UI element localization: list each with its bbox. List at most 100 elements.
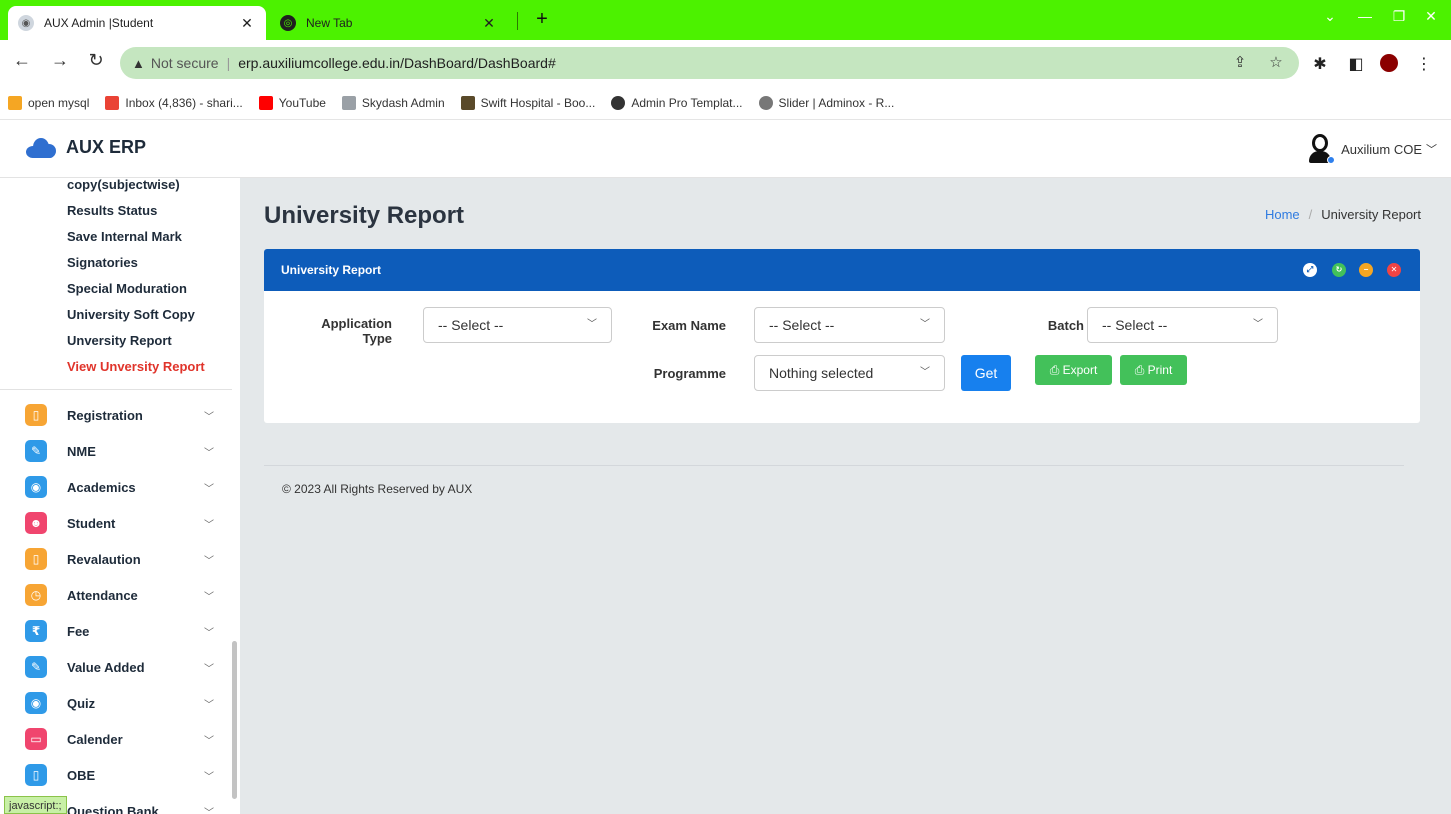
close-tab-icon[interactable]: ✕ [480,15,498,32]
submenu-item[interactable]: Save Internal Mark [67,224,237,250]
main-content: University Report Home / University Repo… [240,178,1451,814]
sidebar-menu-item[interactable]: ◷ Attendance ﹀ [0,577,232,613]
site-favicon-icon: ◉ [18,15,34,31]
sidebar-menu-item[interactable]: ▯ Revalaution ﹀ [0,541,232,577]
menu-item-icon: ▭ [25,728,47,750]
bookmark-item[interactable]: Inbox (4,836) - shari... [105,95,243,110]
tab-search-icon[interactable]: ⌄ [1320,8,1340,25]
bookmark-item[interactable]: Admin Pro Templat... [611,95,743,110]
cloud-icon [26,137,56,158]
close-tab-icon[interactable]: ✕ [238,15,256,32]
sidebar-scrollbar[interactable] [232,641,237,799]
chevron-down-icon[interactable]: ﹀ [204,588,214,603]
chevron-down-icon[interactable]: ﹀ [204,804,214,814]
bookmark-item[interactable]: open mysql [8,95,89,110]
new-tab-button[interactable]: + [530,8,554,31]
submenu-item[interactable]: Signatories [67,250,237,276]
bookmark-favicon-icon [758,95,773,110]
submenu-item[interactable]: copy(subjectwise) [67,178,237,198]
exam-name-select[interactable]: -- Select -- ﹀ [754,307,945,343]
browser-tab-newtab[interactable]: ◎ New Tab ✕ [270,6,508,40]
submenu-item[interactable]: Special Moduration [67,276,237,302]
sidebar-menu-item[interactable]: ✎ Value Added ﹀ [0,649,232,685]
submenu-item[interactable]: Results Status [67,198,237,224]
bookmark-star-icon[interactable]: ☆ [1266,53,1286,71]
expand-icon[interactable]: ⤢ [1303,263,1317,277]
profile-avatar-icon[interactable] [1378,54,1400,77]
print-button[interactable]: ⎙ Print [1120,355,1187,385]
share-icon[interactable]: ⇪ [1230,53,1250,71]
bookmark-item[interactable]: Slider | Adminox - R... [758,95,894,110]
browser-tab-active[interactable]: ◉ AUX Admin |Student ✕ [8,6,266,40]
sidebar: copy(subjectwise) Results Status Save In… [0,178,240,814]
chevron-down-icon: ﹀ [1253,319,1263,330]
batch-select[interactable]: -- Select -- ﹀ [1087,307,1278,343]
chevron-down-icon[interactable]: ﹀ [204,732,214,747]
sidebar-menu-item[interactable]: ▯ Registration ﹀ [0,397,232,433]
back-icon[interactable]: ← [10,50,34,71]
browser-tab-bar: ◉ AUX Admin |Student ✕ ◎ New Tab ✕ + ⌄ —… [0,0,1451,40]
sidebar-menu-item[interactable]: ✎ NME ﹀ [0,433,232,469]
chevron-down-icon[interactable]: ﹀ [204,444,214,459]
programme-multiselect[interactable]: Nothing selected ﹀ [754,355,945,391]
export-button[interactable]: ⎙ Export [1035,355,1112,385]
extensions-icon[interactable]: ✱ [1309,54,1331,74]
close-card-icon[interactable]: ✕ [1387,263,1401,277]
submenu-list: copy(subjectwise) Results Status Save In… [67,178,237,380]
restore-icon[interactable]: ❐ [1389,8,1409,25]
side-panel-icon[interactable]: ◧ [1345,54,1367,74]
app-header: AUX ERP Auxilium COE ﹀ [0,120,1451,178]
youtube-icon [258,95,273,110]
submenu-item-active[interactable]: View Unversity Report [67,354,237,380]
sidebar-divider [0,389,232,390]
chevron-down-icon[interactable]: ﹀ [204,516,214,531]
page-title: University Report [264,202,465,229]
sidebar-menu-item[interactable]: ₹ Fee ﹀ [0,613,232,649]
bookmark-item[interactable]: Swift Hospital - Boo... [460,95,595,110]
chevron-down-icon[interactable]: ﹀ [204,768,214,783]
get-button[interactable]: Get [961,355,1011,391]
menu-item-icon: ✎ [25,656,47,678]
chevron-down-icon[interactable]: ﹀ [204,696,214,711]
refresh-icon[interactable]: ↻ [1332,263,1346,277]
report-card: University Report ⤢ ↻ − ✕ Application Ty… [264,249,1420,423]
breadcrumb-home-link[interactable]: Home [1265,207,1300,222]
bookmark-item[interactable]: Skydash Admin [341,95,445,110]
breadcrumb: Home / University Report [1265,207,1421,222]
browser-menu-icon[interactable]: ⋮ [1413,54,1435,74]
bookmark-item[interactable]: YouTube [258,95,326,110]
close-window-icon[interactable]: ✕ [1421,8,1441,25]
application-type-select[interactable]: -- Select -- ﹀ [423,307,612,343]
tab-title: New Tab [306,16,353,30]
menu-item-icon: ◉ [25,476,47,498]
sidebar-menu-item[interactable]: ◉ Academics ﹀ [0,469,232,505]
menu-item-icon: ☻ [25,512,47,534]
chevron-down-icon[interactable]: ﹀ [204,624,214,639]
menu-item-icon: ◷ [25,584,47,606]
bookmark-favicon-icon [8,95,22,110]
card-header: University Report ⤢ ↻ − ✕ [264,249,1420,291]
sidebar-menu-item[interactable]: ▭ Calender ﹀ [0,721,232,757]
user-name: Auxilium COE [1341,141,1422,157]
address-bar[interactable]: ▲ Not secure | erp.auxiliumcollege.edu.i… [120,47,1299,79]
user-avatar-icon [1307,134,1336,164]
card-title: University Report [281,263,382,277]
brand-logo[interactable]: AUX ERP [26,137,146,158]
security-status[interactable]: Not secure [151,55,219,71]
sidebar-menu-item[interactable]: ☻ Student ﹀ [0,505,232,541]
sidebar-menu-item[interactable]: ◉ Quiz ﹀ [0,685,232,721]
chevron-down-icon[interactable]: ﹀ [204,660,214,675]
chevron-down-icon[interactable]: ﹀ [204,408,214,423]
minimize-icon[interactable]: — [1355,8,1375,24]
sidebar-menu-item[interactable]: ▯ OBE ﹀ [0,757,232,793]
user-menu[interactable]: Auxilium COE ﹀ [1307,134,1437,164]
programme-label: Programme [653,366,726,381]
chevron-down-icon[interactable]: ﹀ [204,552,214,567]
url-text[interactable]: erp.auxiliumcollege.edu.in/DashBoard/Das… [238,55,556,71]
chevron-down-icon[interactable]: ﹀ [204,480,214,495]
submenu-item[interactable]: University Soft Copy [67,302,237,328]
forward-icon[interactable]: → [48,50,72,71]
minimize-card-icon[interactable]: − [1359,263,1373,277]
reload-icon[interactable]: ↻ [84,50,108,71]
submenu-item[interactable]: Unversity Report [67,328,237,354]
